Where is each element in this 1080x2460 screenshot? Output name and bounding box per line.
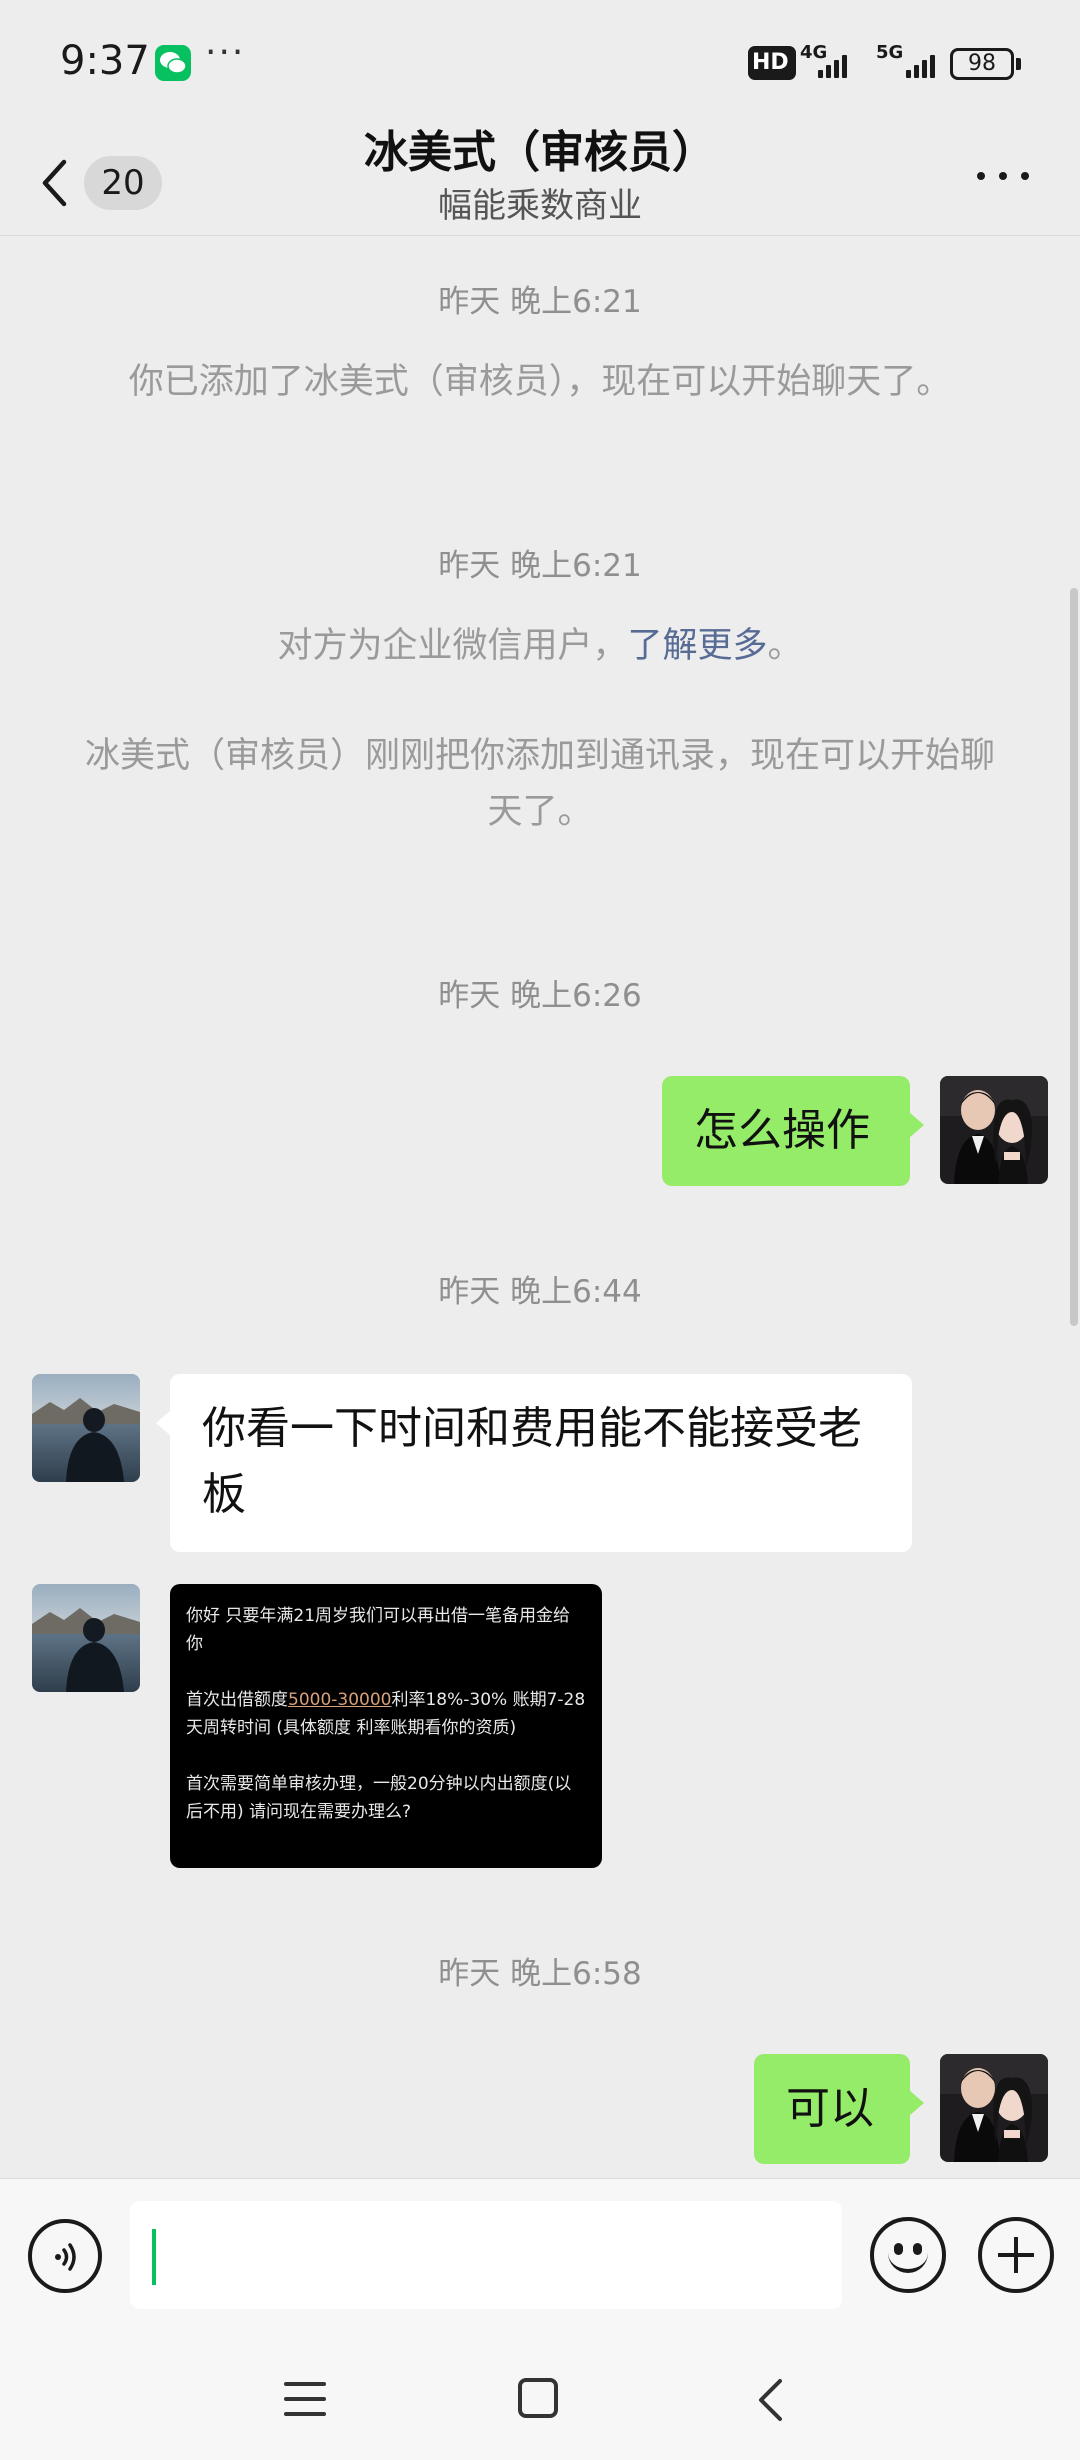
wechat-icon: [155, 45, 191, 81]
outgoing-message-bubble[interactable]: 可以: [754, 2054, 924, 2164]
image-text-line: 首次需要简单审核办理，一般20分钟以内出额度(以后不用) 请问现在需要办理么?: [186, 1774, 572, 1822]
signal-strength-icon: [906, 52, 935, 78]
message-list[interactable]: 昨天 晚上6:21 你已添加了冰美式（审核员），现在可以开始聊天了。 昨天 晚上…: [0, 236, 1080, 2178]
signal-strength-icon: [818, 52, 847, 78]
chat-title: 冰美式（审核员）: [364, 127, 716, 178]
recent-apps-icon[interactable]: [284, 2380, 326, 2418]
system-message-text: 。: [767, 626, 803, 666]
message-timestamp: 昨天 晚上6:21: [438, 548, 642, 584]
image-text: 首次出借额度: [186, 1690, 288, 1710]
input-bar: [0, 2178, 1080, 2338]
my-avatar[interactable]: [940, 1076, 1048, 1184]
system-navigation-bar: [0, 2338, 1080, 2460]
message-timestamp: 昨天 晚上6:58: [438, 1956, 642, 1992]
emoji-icon[interactable]: [870, 2217, 946, 2293]
chat-header: 20 冰美式（审核员） 幅能乘数商业: [0, 127, 1080, 236]
chat-subtitle: 幅能乘数商业: [438, 186, 642, 226]
image-text-line: 你好 只要年满21周岁我们可以再出借一笔备用金给你: [186, 1606, 571, 1654]
system-message: 对方为企业微信用户，了解更多。: [80, 618, 1000, 674]
message-timestamp: 昨天 晚上6:44: [438, 1274, 642, 1310]
contact-avatar[interactable]: [32, 1374, 140, 1482]
outgoing-message-bubble[interactable]: 怎么操作: [662, 1076, 924, 1186]
plus-icon[interactable]: [978, 2217, 1054, 2293]
incoming-message-bubble[interactable]: 你看一下时间和费用能不能接受老板: [156, 1374, 912, 1552]
my-avatar[interactable]: [940, 2054, 1048, 2162]
system-back-icon[interactable]: [756, 2378, 784, 2422]
message-timestamp: 昨天 晚上6:21: [438, 284, 642, 320]
system-message: 你已添加了冰美式（审核员），现在可以开始聊天了。: [128, 362, 952, 402]
hd-icon: HD: [748, 46, 796, 80]
battery-icon: 98: [950, 48, 1014, 80]
learn-more-link[interactable]: 了解更多: [627, 626, 767, 666]
image-message[interactable]: 你好 只要年满21周岁我们可以再出借一笔备用金给你 首次出借额度5000-300…: [170, 1584, 602, 1868]
message-input[interactable]: [130, 2201, 842, 2309]
system-message-text: 对方为企业微信用户，: [277, 626, 628, 666]
status-bar: 9:37 ··· HD 4G 5G 98: [0, 0, 1080, 130]
status-more-icon: ···: [205, 32, 246, 73]
more-options-button[interactable]: [975, 158, 1035, 198]
status-time: 9:37: [60, 38, 150, 84]
voice-icon[interactable]: [28, 2219, 102, 2293]
contact-avatar[interactable]: [32, 1584, 140, 1692]
network-type-2: 5G: [876, 42, 904, 63]
text-caret: [152, 2229, 156, 2285]
image-text-line: 首次出借额度5000-30000利率18%-30% 账期7-28天周转时间 (具…: [186, 1686, 586, 1742]
message-timestamp: 昨天 晚上6:26: [438, 978, 642, 1014]
scrollbar[interactable]: [1070, 588, 1078, 1326]
home-icon[interactable]: [518, 2378, 558, 2418]
battery-tip: [1016, 58, 1021, 70]
amount-range-text: 5000-30000: [288, 1690, 392, 1710]
system-message: 冰美式（审核员）刚刚把你添加到通讯录，现在可以开始聊天了。: [84, 736, 995, 832]
